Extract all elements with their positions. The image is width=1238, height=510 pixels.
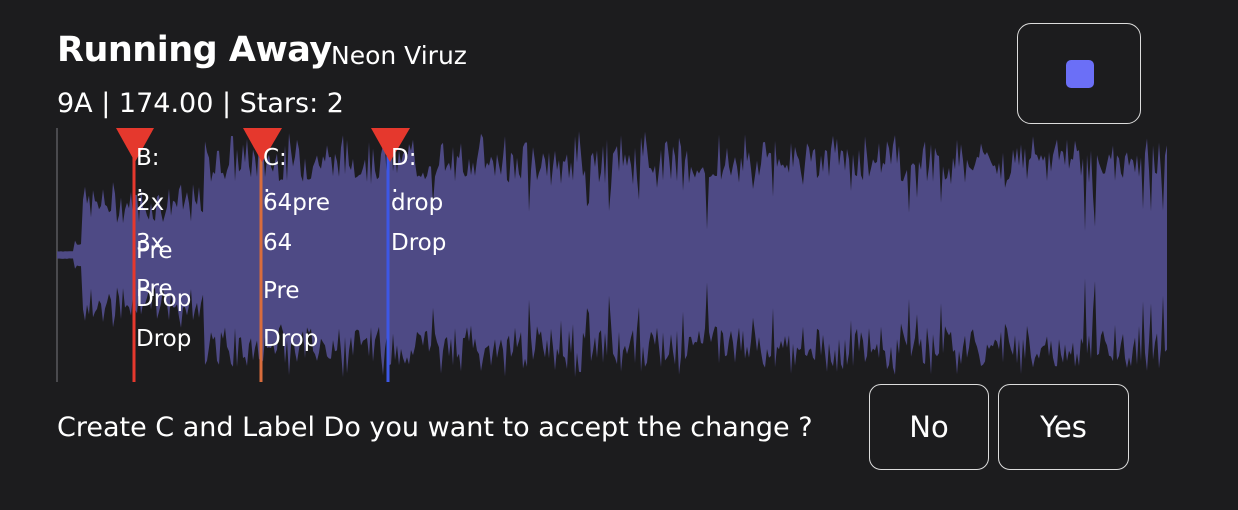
cue-b-label-0: B: (136, 145, 160, 171)
track-artist: Neon Viruz (331, 41, 467, 70)
cue-b-label-5: Pre (136, 276, 173, 302)
cue-d-label-3: Drop (391, 230, 447, 256)
waveform-shape (57, 131, 1167, 378)
cue-b-label-1: : (136, 181, 144, 207)
cue-b-label-6: Drop (136, 286, 192, 312)
track-title: Running Away (57, 30, 332, 70)
cue-c-label-3: 64 (263, 230, 293, 256)
cue-c-marker-icon[interactable] (243, 128, 282, 162)
cue-d-label-1: : (391, 181, 399, 207)
cue-d-label-0: D: (391, 145, 417, 171)
cue-c-label-2: 64pre (263, 190, 330, 216)
cue-b-marker-icon[interactable] (116, 128, 154, 162)
stop-icon (1066, 60, 1094, 88)
cue-b-label-4: Pre (136, 238, 173, 264)
cue-b-label-7: Drop (136, 326, 192, 352)
cue-d-marker-icon[interactable] (371, 128, 410, 162)
track-meta: 9A | 174.00 | Stars: 2 (57, 88, 344, 119)
cue-c-label-1: : (263, 181, 271, 207)
cue-b-label-2: 2x (136, 190, 165, 216)
confirm-prompt: Create C and Label Do you want to accept… (57, 412, 813, 443)
cue-c-label-5: Drop (263, 326, 319, 352)
cue-d-label-2: drop (391, 190, 444, 216)
cue-b-label-3: 3x (136, 230, 165, 256)
cue-c-label-0: C: (263, 145, 287, 171)
cue-c-label-4: Pre (263, 278, 300, 304)
yes-button[interactable]: Yes (998, 384, 1129, 470)
stop-button[interactable] (1017, 23, 1141, 124)
no-button[interactable]: No (869, 384, 989, 470)
